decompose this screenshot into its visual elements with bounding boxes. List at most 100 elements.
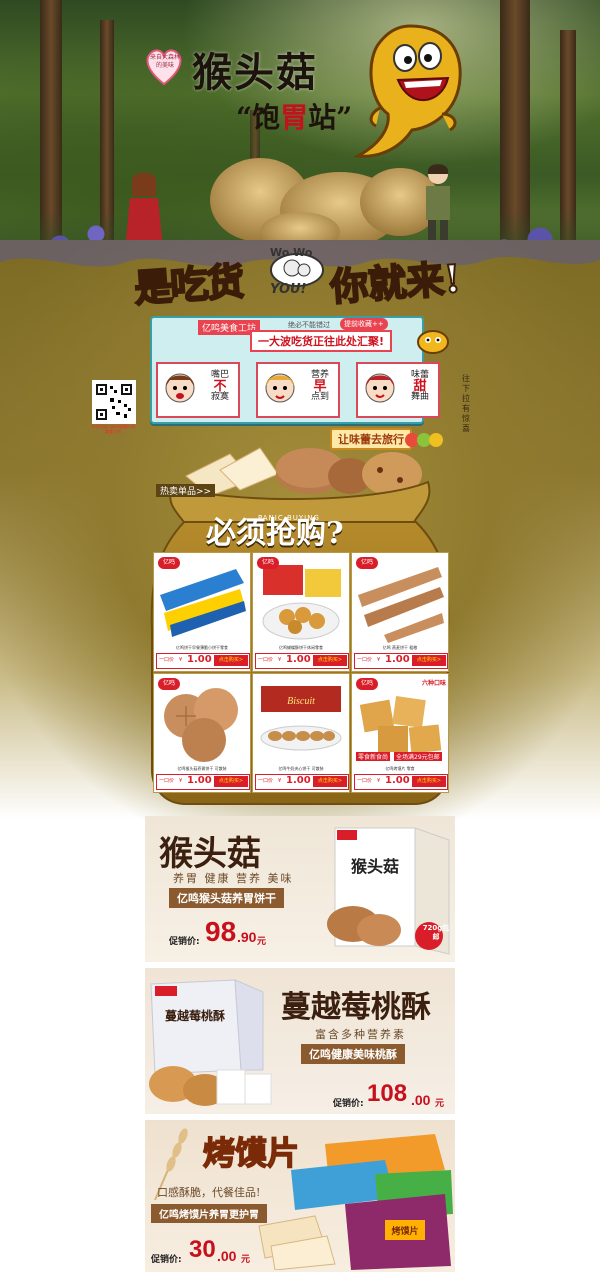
price-value: 1.00 [187,775,212,786]
currency-symbol: ¥ [278,778,282,784]
promo-card-red: 甜 [413,379,427,394]
promo-price-int: 30 [189,1236,216,1263]
brand-logo: 亿鸣 [257,557,279,569]
price-bar: 一口价 ¥ 1.00 点击购买> [255,774,349,790]
buy-button[interactable]: 点击购买> [214,776,248,787]
buy-button[interactable]: 点击购买> [313,655,347,666]
hero-subtitle: “饱胃站” [236,96,352,136]
promo-price-label: 促销价: [333,1099,364,1109]
product-name: 亿鸣饼干早餐薄脆小饼干零食 [176,645,228,650]
pack-brand-text: 烤馍片 [391,1225,418,1237]
deal-badge: 零食新食尚 [356,752,391,761]
promo-card-red: 不 [213,379,227,394]
bookmark-pill-button[interactable]: 提前收藏++ [340,318,388,330]
product-card[interactable]: Biscuit 亿鸣牛奶夹心饼干 可散装 一口价 ¥ 1.00 点击购买> [252,673,350,793]
price-label: 一口价 [159,657,175,663]
price-bar: 一口价 ¥ 1.00 点击购买> [156,774,250,790]
price-value: 1.00 [385,775,410,786]
banner-strip: 亿鸣健康美味桃酥 [301,1044,405,1064]
price-label: 一口价 [357,657,373,663]
shop-page: 来自大森林的美味 猴头菇 “饱胃站” 是吃货 Wo Wo YOU! 你就来! 亿… [0,0,600,1276]
price-bar: 一口价 ¥ 1.00 点击购买> [156,653,250,669]
slogan-right: 你就来! [328,254,464,310]
wowo-text: Wo Wo [270,246,313,259]
promo-headline: 一大波吃货正往此处汇聚! [250,330,393,352]
currency-symbol: ¥ [278,657,282,663]
price-value: 1.00 [286,654,311,665]
product-image: Biscuit [255,676,347,766]
product-banner-cranberry[interactable]: 蔓越莓桃酥 蔓越莓桃酥 富含多种营养素 亿鸣健康美味桃酥 促销价: 108 .0… [145,968,455,1114]
product-card[interactable]: 亿鸣 亿鸣 燕麦饼干 粗粮 一口价 ¥ 1.00 点击购买> [351,552,449,672]
hero-subtitle-red: 胃 [280,101,309,134]
banner-title: 蔓越莓桃酥 [281,990,431,1025]
weight-badge: 720g包邮 [422,924,450,941]
promo-card-line2: 舞曲 [410,392,429,402]
promo-price-int: 98 [205,916,237,947]
product-banner-hericium[interactable]: 猴头菇 养胃 健康 营养 美味 亿鸣猴头菇养胃饼干 促销价: 98 .90 元 … [145,816,455,962]
qr-caption: 手机扫描二维码收藏亿鸣美食工坊 [91,424,135,434]
product-card[interactable]: 亿鸣 亿鸣蝴蝶酥饼干休闲零食 一口价 ¥ 1.00 点击购买> [252,552,350,672]
buy-button[interactable]: 点击购买> [214,655,248,666]
price-label: 一口价 [159,778,175,784]
currency-symbol: ¥ [179,657,183,663]
brand-logo: 亿鸣 [356,678,378,690]
currency-symbol: ¥ [377,778,381,784]
banner-subtitle: 富含多种营养素 [315,1028,406,1041]
svg-text:Biscuit: Biscuit [287,696,315,707]
hericium-mushrooms-image [210,158,440,250]
product-name: 亿鸣 燕麦饼干 粗粮 [382,645,418,650]
cartoon-girl-icon [265,373,295,403]
cartoon-girl-icon [165,373,195,403]
cranberry-box-image: 蔓越莓桃酥 [149,979,272,1106]
promo-price-label: 促销价: [151,1255,182,1265]
toast-packs-image: 烤馍片 [258,1134,453,1270]
slogan-left-b: 吃货 [168,257,245,309]
box-brand-text: 猴头菇 [351,857,399,876]
buy-button[interactable]: 点击购买> [412,655,446,666]
currency-symbol: ¥ [377,657,381,663]
promo-card: 味蕾 甜 舞曲 [356,362,440,418]
price-value: 1.00 [385,654,410,665]
you-text: YOU! [270,282,307,297]
boy-character-icon [426,164,450,248]
promo-card: 营养 早 点到 [256,362,340,418]
price-bar: 一口价 ¥ 1.00 点击购买> [354,653,448,669]
brand-logo: 亿鸣 [158,557,180,569]
promo-price-label: 促销价: [169,937,200,947]
promo-card-line2: 寂寞 [210,392,229,402]
promo-note: 绝必不能错过 [288,321,330,329]
price-bar: 一口价 ¥ 1.00 点击购买> [255,653,349,669]
price-label: 一口价 [258,657,274,663]
peeking-mascot-icon [417,330,449,354]
price-label: 一口价 [357,778,373,784]
buy-button[interactable]: 点击购买> [412,776,446,787]
banner-strip: 亿鸣烤馍片养胃更护胃 [151,1204,267,1223]
hot-items-label[interactable]: 热卖单品>> [156,484,216,497]
price-bar: 一口价 ¥ 1.00 点击购买> [354,774,448,790]
cartoon-girl-icon [365,373,395,403]
banner-subtitle: 口感酥脆，代餐佳品! [157,1186,261,1199]
product-card[interactable]: 亿鸣 亿鸣饼干早餐薄脆小饼干零食 一口价 ¥ 1.00 点击购买> [153,552,251,672]
product-name: 亿鸣牛奶夹心饼干 可散装 [278,766,324,771]
qr-code-icon[interactable] [92,380,136,424]
product-banner-toast[interactable]: 烤馍片 口感酥脆，代餐佳品! 亿鸣烤馍片养胃更护胃 促销价: 30 .00 元 … [145,1120,455,1272]
hero-subtitle-left: “饱 [236,101,281,134]
price-unit: 元 [257,937,267,947]
promo-card-red: 早 [313,379,327,394]
banner-subtitle: 养胃 健康 营养 美味 [173,872,294,885]
product-card[interactable]: 亿鸣 亿鸣猴头菇养胃饼干 可散装 一口价 ¥ 1.00 点击购买> [153,673,251,793]
buy-button[interactable]: 点击购买> [313,776,347,787]
promo-price-dec: .00 [217,1248,237,1264]
box-brand-text: 蔓越莓桃酥 [165,1008,225,1023]
brand-logo: 亿鸣 [356,557,378,569]
product-name: 亿鸣猴头菇养胃饼干 可散装 [177,766,227,771]
promo-price-dec: .00 [411,1092,431,1108]
product-card[interactable]: 亿鸣 六种口味 零食新食尚 全场满29元包邮 亿鸣烤馍片 零食 一口价 ¥ 1.… [351,673,449,793]
price-value: 1.00 [187,654,212,665]
hero-subtitle-right: 站” [308,101,353,134]
panic-buying-title: 必须抢购? [206,516,344,551]
flavor-badge: 六种口味 [422,680,447,687]
promo-card-line2: 点到 [310,392,329,402]
hero-title: 猴头菇 [192,49,318,96]
price-value: 1.00 [286,775,311,786]
